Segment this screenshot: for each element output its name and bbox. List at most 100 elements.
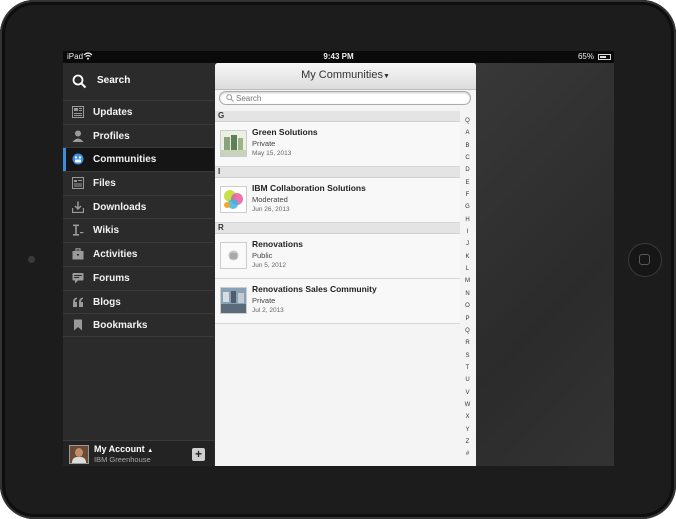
clock: 9:43 PM: [323, 52, 354, 61]
status-bar: iPad 9:43 PM 65%: [63, 51, 614, 63]
community-thumbnail: [220, 130, 247, 157]
list-item[interactable]: IBM Collaboration Solutions Moderated Ju…: [215, 178, 460, 223]
index-letter[interactable]: W: [461, 399, 474, 411]
communities-icon: [72, 153, 84, 165]
index-letter[interactable]: H: [461, 214, 474, 226]
sidebar-item-wikis[interactable]: Wikis: [63, 218, 215, 242]
index-letter[interactable]: B: [461, 140, 474, 152]
list-item[interactable]: Green Solutions Private May 15, 2013: [215, 122, 460, 167]
ipad-frame: iPad 9:43 PM 65% Search Updates Profiles: [0, 0, 676, 519]
index-letter[interactable]: E: [461, 177, 474, 189]
sidebar-item-label: Activities: [93, 249, 138, 261]
community-date: Jun 5, 2012: [252, 262, 286, 269]
detail-area: [476, 63, 614, 466]
index-letter[interactable]: K: [461, 251, 474, 263]
index-letter[interactable]: Q: [461, 325, 474, 337]
index-letter[interactable]: C: [461, 152, 474, 164]
sidebar-item-label: Files: [93, 178, 116, 190]
battery-fill: [600, 56, 606, 58]
panel-title[interactable]: My Communities▼: [301, 69, 390, 81]
speech-bubble-icon: [72, 272, 84, 284]
account-org: IBM Greenhouse: [94, 455, 151, 464]
index-letter[interactable]: L: [461, 263, 474, 275]
communities-list: G Green Solutions Private May 15, 2013 I…: [215, 111, 460, 324]
account-bar[interactable]: My Account ▲ IBM Greenhouse +: [63, 440, 215, 466]
list-item[interactable]: Renovations Public Jun 5, 2012: [215, 234, 460, 279]
community-thumbnail: [220, 287, 247, 314]
updates-icon: [72, 106, 84, 118]
add-button[interactable]: +: [192, 448, 205, 461]
caret-up-icon: ▲: [147, 448, 154, 454]
sidebar-item-label: Blogs: [93, 296, 121, 308]
index-letter[interactable]: V: [461, 387, 474, 399]
section-header-i: I: [215, 167, 460, 178]
battery-percent: 65%: [577, 52, 594, 61]
community-thumbnail: [220, 186, 247, 213]
sidebar-item-forums[interactable]: Forums: [63, 265, 215, 290]
sidebar-search[interactable]: Search: [63, 67, 215, 95]
section-header-r: R: [215, 223, 460, 234]
community-thumbnail: [220, 242, 247, 269]
battery-icon: [598, 54, 611, 60]
search-input[interactable]: [236, 92, 461, 104]
sidebar-item-label: Updates: [93, 107, 133, 118]
sidebar-item-updates[interactable]: Updates: [63, 100, 215, 124]
index-letter[interactable]: P: [461, 313, 474, 325]
community-name: IBM Collaboration Solutions: [252, 183, 366, 193]
search-field[interactable]: [219, 91, 471, 105]
briefcase-icon: [72, 248, 84, 260]
sidebar-item-label: Communities: [93, 154, 157, 166]
index-letter[interactable]: M: [461, 275, 474, 287]
sidebar-item-bookmarks[interactable]: Bookmarks: [63, 313, 215, 337]
search-icon: [72, 74, 87, 89]
section-header-g: G: [215, 111, 460, 122]
index-letter[interactable]: S: [461, 350, 474, 362]
panel-header[interactable]: My Communities▼: [215, 63, 476, 90]
index-letter[interactable]: U: [461, 374, 474, 386]
index-letter[interactable]: Q: [461, 115, 474, 127]
account-name: My Account ▲: [94, 444, 154, 454]
index-letter[interactable]: T: [461, 362, 474, 374]
search-icon: [226, 94, 234, 102]
sidebar-item-profiles[interactable]: Profiles: [63, 123, 215, 148]
sidebar-item-label: Wikis: [93, 225, 120, 237]
sidebar-item-activities[interactable]: Activities: [63, 242, 215, 266]
download-icon: [72, 201, 84, 213]
communities-panel: My Communities▼ G Green Solutions Privat…: [215, 63, 476, 466]
index-letter[interactable]: N: [461, 288, 474, 300]
wiki-icon: [73, 224, 84, 237]
home-button[interactable]: [628, 243, 662, 277]
alphabet-index[interactable]: Q A B C D E F G H I J K L M N O P Q R S T U V W X Y Z #: [461, 115, 474, 461]
community-date: Jun 26, 2013: [252, 206, 290, 213]
index-letter[interactable]: J: [461, 238, 474, 250]
index-letter[interactable]: A: [461, 127, 474, 139]
sidebar-nav: Updates Profiles Communities Files Downl…: [63, 100, 215, 337]
sidebar-item-files[interactable]: Files: [63, 171, 215, 195]
bookmark-icon: [74, 319, 82, 331]
community-access: Moderated: [252, 195, 288, 204]
sidebar-item-communities[interactable]: Communities: [63, 147, 215, 172]
sidebar-item-label: Downloads: [93, 201, 147, 213]
files-icon: [72, 177, 84, 190]
community-name: Renovations Sales Community: [252, 284, 377, 294]
sidebar-item-label: Bookmarks: [93, 320, 148, 332]
index-letter[interactable]: Y: [461, 424, 474, 436]
index-letter[interactable]: O: [461, 300, 474, 312]
index-letter[interactable]: X: [461, 411, 474, 423]
index-letter[interactable]: Z: [461, 436, 474, 448]
community-name: Renovations: [252, 239, 304, 249]
avatar: [69, 445, 89, 464]
index-letter[interactable]: I: [461, 226, 474, 238]
community-name: Green Solutions: [252, 127, 318, 137]
sidebar-item-blogs[interactable]: Blogs: [63, 289, 215, 314]
sidebar-item-downloads[interactable]: Downloads: [63, 194, 215, 219]
index-letter[interactable]: F: [461, 189, 474, 201]
index-letter[interactable]: #: [461, 448, 474, 460]
quote-icon: [73, 297, 83, 307]
index-letter[interactable]: D: [461, 164, 474, 176]
list-item[interactable]: Renovations Sales Community Private Jul …: [215, 279, 460, 324]
community-access: Private: [252, 139, 276, 148]
index-letter[interactable]: R: [461, 337, 474, 349]
caret-down-icon: ▼: [382, 73, 390, 80]
index-letter[interactable]: G: [461, 201, 474, 213]
